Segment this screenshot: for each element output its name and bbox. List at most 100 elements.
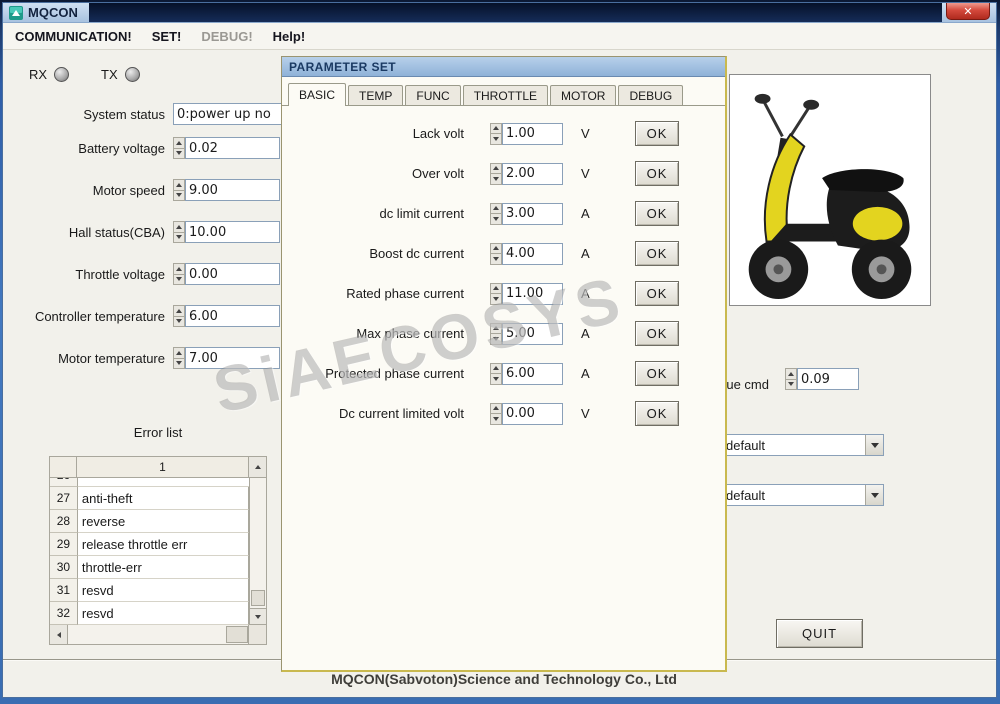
menu-item[interactable]: SET! [142,26,192,47]
row-number-cell[interactable]: 28 [50,510,78,533]
scroll-down-button[interactable] [250,608,266,624]
status-field-value[interactable]: 9.00 [185,179,280,201]
dialog-title-bar[interactable]: PARAMETER SET [282,57,725,77]
system-status-select[interactable]: 0:power up no [173,103,285,125]
ok-button[interactable]: OK [635,241,679,266]
table-row[interactable]: 30 throttle-err [50,556,249,579]
table-column-header[interactable]: 1 [77,456,249,478]
spinner-up-button[interactable] [490,402,502,414]
tab[interactable]: BASIC [288,83,347,106]
tab[interactable]: MOTOR [550,85,617,105]
preset-dropdown-1[interactable]: default [721,434,884,456]
error-text-cell[interactable]: throttle-err [77,556,249,579]
title-bar[interactable]: MQCON ✕ [3,3,996,23]
row-number-cell[interactable]: 26 [50,478,78,487]
ok-button[interactable]: OK [635,321,679,346]
spinner-down-button[interactable] [173,232,185,243]
row-number-cell[interactable]: 32 [50,602,78,625]
spinner-up-button[interactable] [173,221,185,233]
horizontal-scrollbar[interactable] [49,625,267,645]
spinner-down-button[interactable] [490,334,502,345]
error-text-cell[interactable]: resvd [77,602,249,625]
parameter-value-input[interactable]: 4.00 [502,242,563,265]
table-row[interactable]: 32 resvd [50,602,249,625]
menu-item[interactable]: DEBUG! [191,26,262,47]
row-number-cell[interactable]: 31 [50,579,78,602]
menu-item[interactable]: Help! [263,26,316,47]
spinner-down-button[interactable] [173,190,185,201]
ok-button[interactable]: OK [635,161,679,186]
ok-button[interactable]: OK [635,281,679,306]
vertical-scroll-track[interactable] [250,478,266,608]
dropdown-button[interactable] [865,435,883,455]
vertical-scroll-thumb[interactable] [251,590,265,606]
tab[interactable]: TEMP [348,85,404,105]
spinner-up-button[interactable] [173,263,185,275]
tab[interactable]: THROTTLE [462,85,549,105]
error-text-cell[interactable]: release throttle err [77,533,249,556]
horizontal-scroll-thumb[interactable] [226,626,248,643]
spinner-up-button[interactable] [490,282,502,294]
quit-button[interactable]: QUIT [776,619,863,648]
spinner-up-button[interactable] [490,322,502,334]
tab[interactable]: DEBUG [618,85,684,105]
status-field-value[interactable]: 7.00 [185,347,280,369]
table-row[interactable]: 31 resvd [50,579,249,602]
spinner-up-button[interactable] [490,122,502,134]
ok-button[interactable]: OK [635,361,679,386]
spinner-up-button[interactable] [785,368,797,380]
parameter-value-input[interactable]: 1.00 [502,122,563,145]
spinner-down-button[interactable] [490,294,502,305]
ok-button[interactable]: OK [635,121,679,146]
parameter-value-input[interactable]: 2.00 [502,162,563,185]
parameter-value-input[interactable]: 3.00 [502,202,563,225]
row-number-cell[interactable]: 29 [50,533,78,556]
status-field-value[interactable]: 0.02 [185,137,280,159]
tab[interactable]: FUNC [405,85,461,105]
horizontal-scroll-track[interactable] [68,625,248,644]
spinner-up-button[interactable] [490,202,502,214]
ok-button[interactable]: OK [635,401,679,426]
spinner-down-button[interactable] [490,214,502,225]
spinner-down-button[interactable] [490,254,502,265]
row-number-cell[interactable]: 27 [50,487,78,510]
spinner-down-button[interactable] [173,274,185,285]
spinner-down-button[interactable] [173,358,185,369]
spinner-down-button[interactable] [490,414,502,425]
error-text-cell[interactable]: resvd [77,579,249,602]
preset-dropdown-2[interactable]: default [721,484,884,506]
spinner-up-button[interactable] [173,347,185,359]
dropdown-button[interactable] [865,485,883,505]
scroll-left-button[interactable] [50,625,68,644]
status-field-value[interactable]: 10.00 [185,221,280,243]
ok-button[interactable]: OK [635,201,679,226]
table-row[interactable]: 27 anti-theft [50,487,249,510]
vertical-scrollbar[interactable] [249,478,267,625]
spinner-up-button[interactable] [173,179,185,191]
scroll-up-button[interactable] [249,456,267,478]
menu-item[interactable]: COMMUNICATION! [5,26,142,47]
spinner-up-button[interactable] [173,137,185,149]
table-row[interactable]: 28 reverse [50,510,249,533]
row-number-cell[interactable]: 30 [50,556,78,579]
status-field-value[interactable]: 6.00 [185,305,280,327]
spinner-down-button[interactable] [173,316,185,327]
spinner-down-button[interactable] [490,374,502,385]
spinner-down-button[interactable] [490,134,502,145]
torque-cmd-value[interactable]: 0.09 [797,368,859,390]
status-field-value[interactable]: 0.00 [185,263,280,285]
spinner-up-button[interactable] [490,162,502,174]
parameter-value-input[interactable]: 11.00 [502,282,563,305]
spinner-down-button[interactable] [173,148,185,159]
parameter-value-input[interactable]: 6.00 [502,362,563,385]
spinner-down-button[interactable] [490,174,502,185]
table-row[interactable]: 29 release throttle err [50,533,249,556]
error-text-cell[interactable]: anti-theft [77,487,249,510]
spinner-up-button[interactable] [490,242,502,254]
parameter-value-input[interactable]: 5.00 [502,322,563,345]
spinner-up-button[interactable] [490,362,502,374]
error-text-cell[interactable]: reverse [77,510,249,533]
table-row[interactable]: 26 [50,478,249,487]
spinner-up-button[interactable] [173,305,185,317]
error-text-cell[interactable] [78,478,249,487]
